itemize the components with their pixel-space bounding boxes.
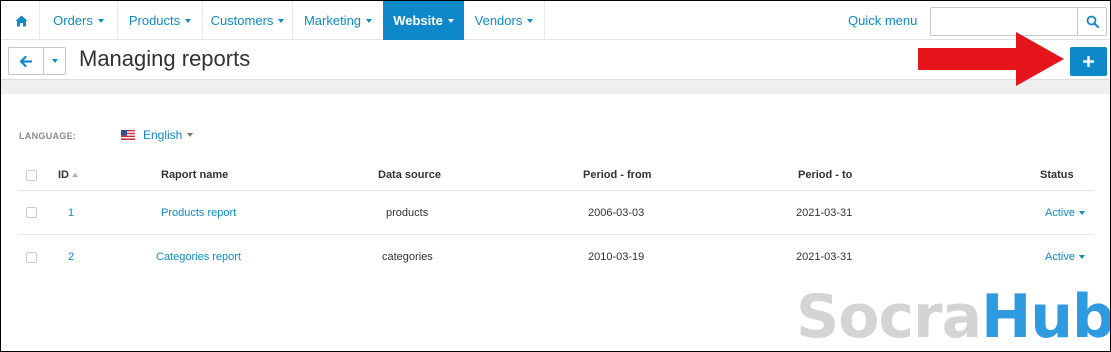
chevron-down-icon [527, 18, 534, 23]
nav-website[interactable]: Website [383, 1, 464, 40]
column-id-label: ID [58, 169, 69, 181]
chevron-down-icon [447, 18, 454, 23]
red-arrow-annotation [918, 32, 1064, 86]
row-select-cell [26, 235, 37, 279]
nav-vendors-label: Vendors [474, 13, 523, 28]
table-row: 1 Products report products 2006-03-03 20… [18, 191, 1094, 235]
nav-products-label: Products [128, 13, 181, 28]
nav-customers[interactable]: Customers [203, 1, 292, 40]
chevron-down-icon [1078, 255, 1085, 259]
nav-divider [544, 1, 545, 40]
chevron-down-icon [1078, 210, 1085, 215]
status-dropdown[interactable]: Active [1045, 235, 1085, 279]
back-arrow-icon [20, 55, 32, 67]
plus-icon [1083, 56, 1094, 67]
column-header-status[interactable]: Status [1040, 160, 1074, 190]
home-icon[interactable] [3, 1, 39, 40]
language-selector[interactable]: English [121, 127, 194, 143]
watermark-part1: Socra [796, 282, 982, 352]
language-label: LANGUAGE: [19, 131, 77, 141]
period-from-value: 2010-03-19 [588, 251, 645, 263]
status-dropdown[interactable]: Active [1045, 191, 1085, 234]
chevron-down-icon [51, 59, 58, 63]
quick-menu-link[interactable]: Quick menu [848, 1, 917, 40]
period-to-value: 2021-03-31 [796, 206, 853, 219]
column-header-to[interactable]: Period - to [798, 160, 852, 190]
status-value: Active [1045, 251, 1075, 263]
chevron-down-icon [185, 18, 192, 23]
back-button[interactable] [8, 47, 44, 75]
data-source-value: categories [382, 251, 433, 263]
nav-marketing-label: Marketing [303, 13, 362, 28]
report-name-link[interactable]: Products report [161, 191, 236, 234]
table-header: ID Raport name Data source Period - from… [18, 160, 1094, 191]
period-to-value: 2021-03-31 [796, 251, 853, 263]
page-title: Managing reports [79, 46, 251, 71]
data-source-value: products [386, 206, 429, 219]
nav-orders-label: Orders [53, 13, 93, 28]
report-name-link[interactable]: Categories report [156, 235, 241, 279]
row-id-link[interactable]: 1 [68, 191, 74, 234]
chevron-down-icon [366, 18, 373, 23]
chevron-down-icon [278, 18, 285, 23]
select-all-cell [26, 160, 37, 190]
column-header-source[interactable]: Data source [378, 160, 441, 190]
row-checkbox[interactable] [26, 207, 37, 218]
period-from-value: 2006-03-03 [588, 206, 645, 219]
row-select-cell [26, 191, 37, 234]
add-report-button[interactable] [1070, 47, 1107, 76]
nav-orders[interactable]: Orders [40, 1, 117, 40]
us-flag-icon [121, 130, 135, 140]
column-header-from[interactable]: Period - from [583, 160, 651, 190]
column-header-id[interactable]: ID [58, 160, 78, 190]
sort-asc-icon [72, 173, 78, 177]
nav-website-label: Website [393, 13, 443, 28]
column-header-name[interactable]: Raport name [161, 160, 228, 190]
nav-customers-label: Customers [210, 13, 274, 28]
socrahub-watermark: SocraHub [796, 284, 1111, 350]
search-button[interactable] [1077, 7, 1107, 36]
back-history-dropdown[interactable] [43, 47, 66, 75]
language-value: English [143, 128, 183, 142]
chevron-down-icon [187, 133, 194, 137]
row-id-link[interactable]: 2 [68, 235, 74, 279]
chevron-down-icon [97, 18, 104, 23]
table-row: 2 Categories report categories 2010-03-1… [18, 235, 1094, 279]
select-all-checkbox[interactable] [26, 169, 37, 181]
row-checkbox[interactable] [26, 251, 37, 263]
nav-vendors[interactable]: Vendors [464, 1, 544, 40]
status-value: Active [1045, 206, 1075, 219]
search-icon [1086, 15, 1099, 28]
nav-products[interactable]: Products [118, 1, 202, 40]
nav-marketing[interactable]: Marketing [293, 1, 383, 40]
watermark-part2: Hub [981, 282, 1111, 352]
